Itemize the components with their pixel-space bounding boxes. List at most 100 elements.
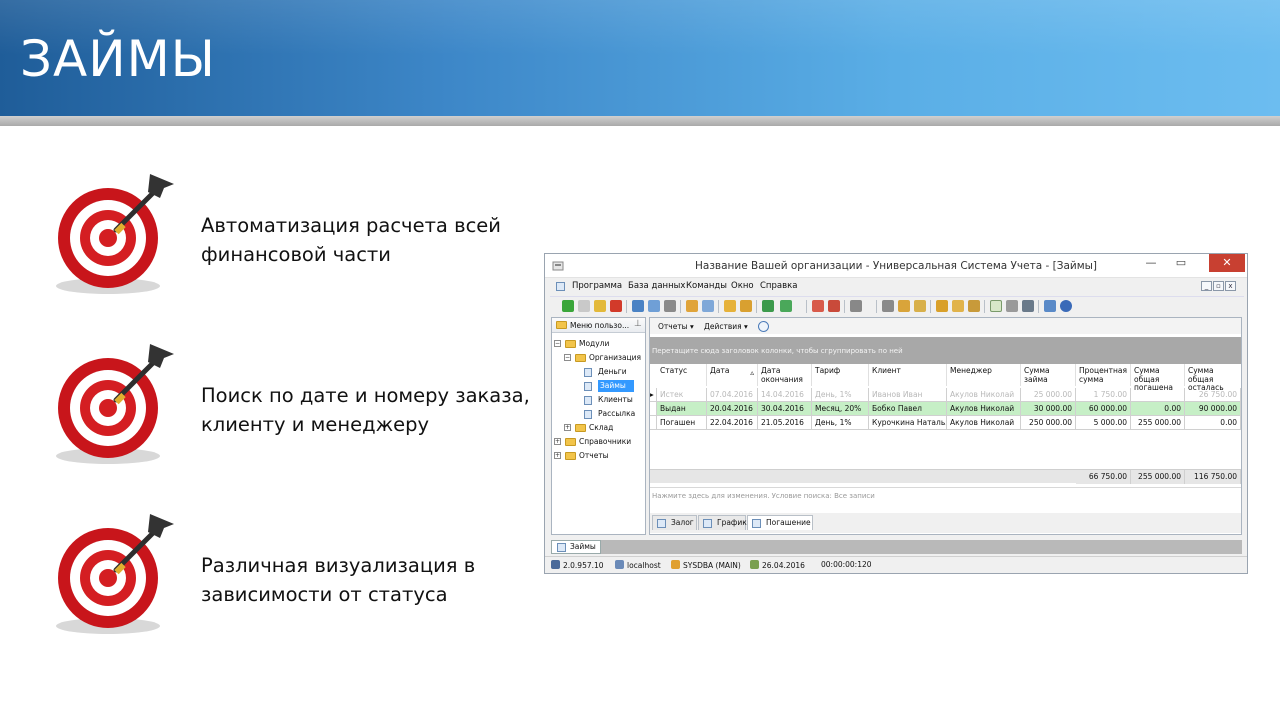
grid-toolbar: Отчеты ▾ Действия ▾ bbox=[650, 318, 1241, 334]
menu-program[interactable]: Программа bbox=[572, 281, 622, 291]
status-user: SYSDBA (MAIN) bbox=[671, 560, 741, 570]
document-icon bbox=[584, 396, 592, 405]
edit-icon[interactable] bbox=[594, 300, 606, 312]
table-row[interactable]: Выдан 20.04.2016 30.04.2016 Месяц, 20% Б… bbox=[650, 402, 1241, 416]
comments-icon[interactable] bbox=[702, 300, 714, 312]
status-version: 2.0.957.10 bbox=[551, 560, 604, 570]
slide-header: ЗАЙМЫ bbox=[0, 0, 1280, 116]
edit-doc-icon[interactable] bbox=[914, 300, 926, 312]
add-icon[interactable] bbox=[562, 300, 574, 312]
status-date: 26.04.2016 bbox=[750, 560, 805, 570]
folder-open-icon bbox=[565, 340, 576, 348]
import-icon[interactable] bbox=[780, 300, 792, 312]
nav-panel-header: Меню пользо... ⊥ bbox=[552, 318, 645, 333]
status-bar: 2.0.957.10 localhost SYSDBA (MAIN) 26.04… bbox=[545, 556, 1247, 573]
minimize-button[interactable]: — bbox=[1137, 254, 1165, 272]
user-icon bbox=[671, 560, 680, 569]
search-icon[interactable] bbox=[632, 300, 644, 312]
column-header[interactable]: Сумма общая погашена bbox=[1131, 364, 1185, 392]
tab-schedule[interactable]: График bbox=[698, 515, 747, 530]
chart-icon[interactable] bbox=[686, 300, 698, 312]
column-header[interactable]: Клиент bbox=[869, 364, 947, 386]
row-indicator-icon: ▸ bbox=[650, 388, 657, 402]
folder-icon bbox=[565, 452, 576, 460]
target-dart-icon bbox=[56, 344, 174, 464]
folder-open-icon bbox=[575, 354, 586, 362]
maximize-button[interactable]: ▭ bbox=[1167, 254, 1195, 272]
header-divider bbox=[0, 116, 1280, 126]
sound-icon[interactable] bbox=[850, 300, 862, 312]
calculator-icon[interactable] bbox=[990, 300, 1002, 312]
wand-icon[interactable] bbox=[898, 300, 910, 312]
folder-icon bbox=[556, 321, 567, 329]
users-icon[interactable] bbox=[952, 300, 964, 312]
total-repaid: 255 000.00 bbox=[1131, 470, 1185, 484]
menu-database[interactable]: База данных bbox=[628, 281, 685, 291]
close-button[interactable]: ✕ bbox=[1209, 254, 1245, 272]
column-header[interactable]: Процентная сумма bbox=[1076, 364, 1131, 386]
column-header[interactable]: Менеджер bbox=[947, 364, 1021, 386]
main-toolbar bbox=[550, 296, 1244, 314]
preview-icon[interactable] bbox=[1022, 300, 1034, 312]
column-header[interactable]: Сумма займа bbox=[1021, 364, 1076, 386]
pin-icon[interactable]: ⊥ bbox=[634, 319, 642, 329]
navigation-panel: Меню пользо... ⊥ − Модули − Организация … bbox=[551, 317, 646, 535]
mdi-controls: _ ▫ x bbox=[1200, 281, 1236, 291]
column-header[interactable]: Тариф bbox=[812, 364, 869, 386]
book-icon[interactable] bbox=[1044, 300, 1056, 312]
document-icon bbox=[584, 368, 592, 377]
total-interest: 66 750.00 bbox=[1076, 470, 1131, 484]
column-header[interactable]: Статус bbox=[657, 364, 707, 386]
column-header[interactable]: Дата окончания bbox=[758, 364, 812, 386]
tools-icon[interactable] bbox=[882, 300, 894, 312]
document-icon bbox=[584, 410, 592, 419]
delete-icon[interactable] bbox=[610, 300, 622, 312]
group-by-panel[interactable]: Перетащите сюда заголовок колонки, чтобы… bbox=[650, 337, 1241, 364]
menu-commands[interactable]: Команды bbox=[686, 281, 727, 291]
window-titlebar: Название Вашей организации - Универсальн… bbox=[545, 254, 1247, 278]
tab-loans-document[interactable]: Займы bbox=[551, 540, 601, 554]
sort-icon[interactable] bbox=[724, 300, 736, 312]
table-row[interactable]: Погашен 22.04.2016 21.05.2016 День, 1% К… bbox=[650, 416, 1241, 430]
app-window: Название Вашей организации - Универсальн… bbox=[544, 253, 1248, 574]
reports-dropdown[interactable]: Отчеты ▾ bbox=[658, 322, 694, 331]
sort-desc-icon[interactable] bbox=[740, 300, 752, 312]
tab-repayment[interactable]: Погашение bbox=[747, 515, 813, 530]
close-window-icon[interactable] bbox=[828, 300, 840, 312]
document-icon bbox=[556, 282, 565, 291]
new-window-icon[interactable] bbox=[812, 300, 824, 312]
total-remaining: 116 750.00 bbox=[1185, 470, 1241, 484]
calendar-icon bbox=[750, 560, 759, 569]
menu-help[interactable]: Справка bbox=[760, 281, 797, 291]
slide: ЗАЙМЫ Автоматизация расчета всей финансо… bbox=[0, 0, 1280, 720]
bullet-item: Автоматизация расчета всей финансовой ча… bbox=[50, 166, 550, 306]
print-icon[interactable] bbox=[1006, 300, 1018, 312]
filter-bar[interactable]: Нажмите здесь для изменения. Условие пои… bbox=[650, 487, 1241, 511]
lock-icon[interactable] bbox=[936, 300, 948, 312]
column-header[interactable]: Дата ▵ bbox=[707, 364, 758, 386]
status-host: localhost bbox=[615, 560, 661, 570]
bullet-item: Поиск по дате и номеру заказа, клиенту и… bbox=[50, 336, 550, 476]
copy-icon[interactable] bbox=[578, 300, 590, 312]
sort-asc-icon: ▵ bbox=[750, 368, 754, 377]
bullet-text: Автоматизация расчета всей финансовой ча… bbox=[201, 214, 501, 266]
column-header[interactable]: Сумма общая осталась bbox=[1185, 364, 1241, 392]
target-dart-icon bbox=[56, 514, 174, 634]
clock-icon[interactable] bbox=[758, 321, 769, 332]
filter-icon[interactable] bbox=[664, 300, 676, 312]
target-dart-icon bbox=[56, 174, 174, 294]
mdi-restore-button[interactable]: ▫ bbox=[1213, 281, 1224, 291]
export-icon[interactable] bbox=[762, 300, 774, 312]
info-icon[interactable] bbox=[1060, 300, 1072, 312]
database-icon bbox=[551, 560, 560, 569]
mdi-close-button[interactable]: x bbox=[1225, 281, 1236, 291]
tab-collateral[interactable]: Залог bbox=[652, 515, 697, 530]
grid-area: Отчеты ▾ Действия ▾ Перетащите сюда заго… bbox=[649, 317, 1242, 535]
user-settings-icon[interactable] bbox=[968, 300, 980, 312]
mdi-minimize-button[interactable]: _ bbox=[1201, 281, 1212, 291]
detail-tabs: Залог График Погашение bbox=[650, 513, 1241, 533]
table-row[interactable]: ▸ Истек 07.04.2016 14.04.2016 День, 1% И… bbox=[650, 388, 1241, 402]
menu-window[interactable]: Окно bbox=[731, 281, 754, 291]
actions-dropdown[interactable]: Действия ▾ bbox=[704, 322, 748, 331]
find-replace-icon[interactable] bbox=[648, 300, 660, 312]
